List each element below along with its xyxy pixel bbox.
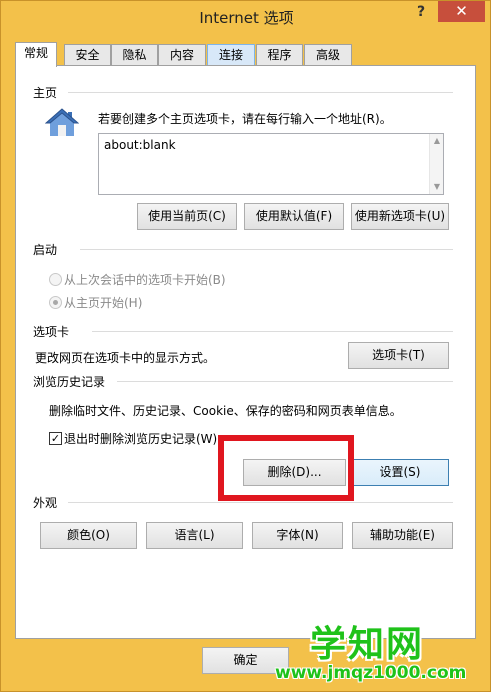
accessibility-button[interactable]: 辅助功能(E) <box>352 522 453 549</box>
radio-last-session-label: 从上次会话中的选项卡开始(B) <box>64 273 226 287</box>
radio-home-page-label: 从主页开始(H) <box>64 296 143 310</box>
tabs-settings-button[interactable]: 选项卡(T) <box>348 342 449 369</box>
tab-connections[interactable]: 连接 <box>207 44 255 66</box>
homepage-instruction: 若要创建多个主页选项卡，请在每行输入一个地址(R)。 <box>98 112 392 126</box>
radio-last-session[interactable] <box>49 273 62 286</box>
title-bar[interactable]: Internet 选项 ? ✕ <box>1 1 491 33</box>
radio-home-page[interactable] <box>49 296 62 309</box>
scroll-down-icon[interactable]: ▼ <box>430 180 444 194</box>
tab-general[interactable]: 常规 <box>15 42 57 67</box>
homepage-section-title: 主页 <box>33 86 58 100</box>
close-button[interactable]: ✕ <box>438 1 485 22</box>
tab-programs[interactable]: 程序 <box>256 44 303 66</box>
tab-privacy[interactable]: 隐私 <box>111 44 158 66</box>
tabs-description: 更改网页在选项卡中的显示方式。 <box>35 351 216 365</box>
tab-content[interactable]: 内容 <box>158 44 206 66</box>
home-icon <box>45 108 79 136</box>
startup-divider <box>80 249 453 250</box>
tab-security[interactable]: 安全 <box>64 44 111 66</box>
homepage-address-textarea[interactable]: about:blank ▲ ▼ <box>98 133 444 195</box>
tab-advanced[interactable]: 高级 <box>304 44 352 66</box>
textarea-scrollbar[interactable]: ▲ ▼ <box>429 134 443 194</box>
history-settings-button[interactable]: 设置(S) <box>351 459 449 486</box>
fonts-button[interactable]: 字体(N) <box>252 522 343 549</box>
use-current-button[interactable]: 使用当前页(C) <box>137 203 237 230</box>
appearance-section-title: 外观 <box>33 496 58 510</box>
internet-options-window: Internet 选项 ? ✕ 常规 安全 隐私 内容 连接 程序 高级 主页 … <box>0 0 491 692</box>
history-description: 删除临时文件、历史记录、Cookie、保存的密码和网页表单信息。 <box>49 404 402 418</box>
delete-on-exit-checkbox[interactable]: ✓ <box>49 432 62 445</box>
tabs-section-title: 选项卡 <box>33 325 70 339</box>
homepage-address-value: about:blank <box>104 138 176 152</box>
startup-section-title: 启动 <box>33 243 58 257</box>
watermark-logo: 学知网 <box>310 624 425 665</box>
scroll-up-icon[interactable]: ▲ <box>430 134 444 148</box>
use-new-tab-button[interactable]: 使用新选项卡(U) <box>351 203 449 230</box>
delete-on-exit-label: 退出时删除浏览历史记录(W) <box>64 432 218 446</box>
watermark-url: www.jmqz1000.com <box>275 663 467 683</box>
colors-button[interactable]: 颜色(O) <box>40 522 137 549</box>
languages-button[interactable]: 语言(L) <box>146 522 243 549</box>
use-default-button[interactable]: 使用默认值(F) <box>244 203 344 230</box>
help-button[interactable]: ? <box>410 1 432 23</box>
highlight-annotation-box <box>218 435 354 501</box>
tabs-divider <box>92 331 453 332</box>
general-tab-panel: 主页 若要创建多个主页选项卡，请在每行输入一个地址(R)。 about:blan… <box>15 65 476 639</box>
history-section-title: 浏览历史记录 <box>33 375 106 389</box>
history-divider <box>117 381 453 382</box>
homepage-divider <box>68 92 453 93</box>
appearance-divider <box>68 502 453 503</box>
